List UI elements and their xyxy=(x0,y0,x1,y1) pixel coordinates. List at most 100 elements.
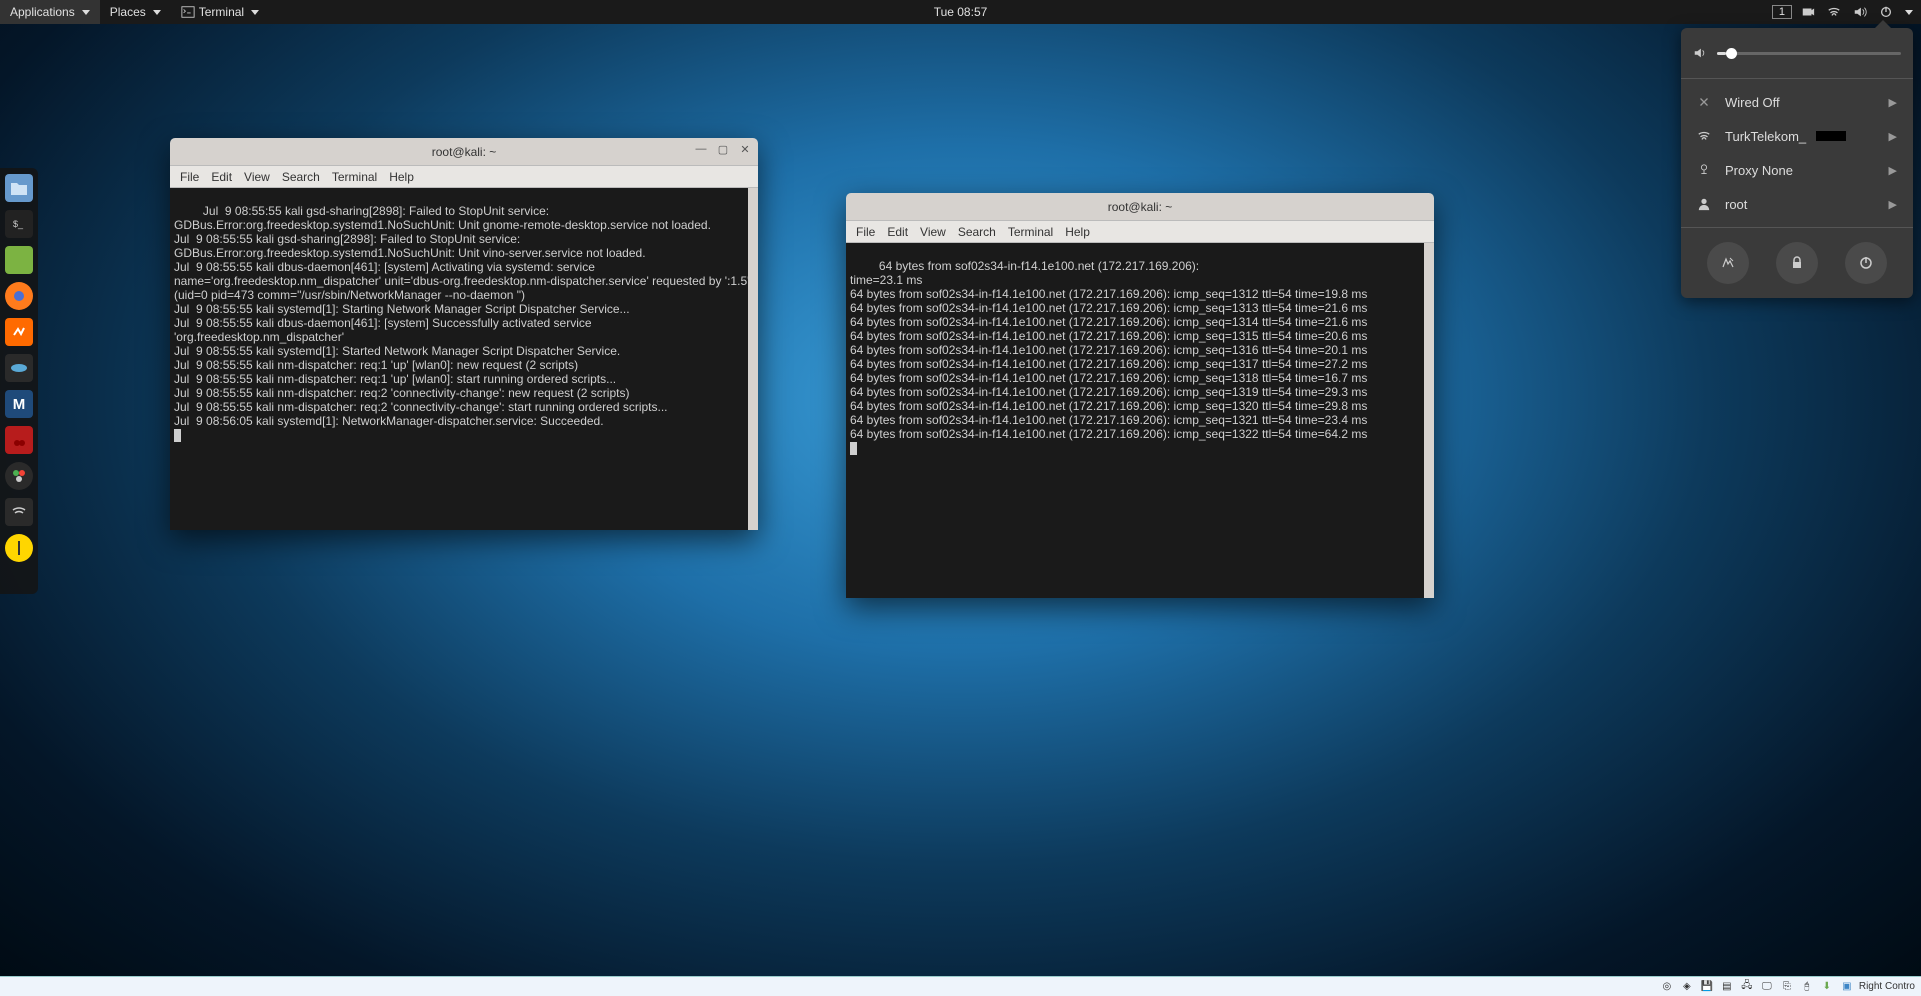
vm-icon-5[interactable]: 🖧 xyxy=(1739,979,1755,995)
window-close[interactable]: ✕ xyxy=(738,142,752,156)
terminal-content[interactable]: Jul 9 08:55:55 kali gsd-sharing[2898]: F… xyxy=(170,188,758,530)
menu-file[interactable]: File xyxy=(856,225,875,239)
dock-firefox[interactable] xyxy=(5,282,33,310)
window-title: root@kali: ~ xyxy=(432,145,497,159)
terminal-icon: $_ xyxy=(11,218,27,230)
dock-show-apps[interactable] xyxy=(10,570,28,588)
places-label: Places xyxy=(110,5,146,19)
terminal-menubar: File Edit View Search Terminal Help xyxy=(846,221,1434,243)
lock-button[interactable] xyxy=(1776,242,1818,284)
terminal-content[interactable]: 64 bytes from sof02s34-in-f14.1e100.net … xyxy=(846,243,1434,598)
menu-edit[interactable]: Edit xyxy=(211,170,232,184)
caret-down-icon xyxy=(153,10,161,15)
wifi-label: TurkTelekom_ xyxy=(1725,129,1806,144)
volume-row xyxy=(1693,46,1901,60)
menu-help[interactable]: Help xyxy=(1065,225,1090,239)
vm-icon-3[interactable]: 💾 xyxy=(1699,979,1715,995)
menu-view[interactable]: View xyxy=(920,225,946,239)
settings-icon xyxy=(1720,255,1736,271)
firefox-icon xyxy=(14,291,24,301)
network-tray-icon[interactable] xyxy=(1824,0,1844,24)
system-menu: Wired Off ▶ TurkTelekom_ ▶ Proxy None ▶ … xyxy=(1681,28,1913,298)
lock-icon xyxy=(1789,255,1805,271)
dock-app-red[interactable] xyxy=(5,426,33,454)
dock-app-yellow[interactable] xyxy=(5,534,33,562)
applications-menu[interactable]: Applications xyxy=(0,0,100,24)
terminal-window-1[interactable]: root@kali: ~ — ▢ ✕ File Edit View Search… xyxy=(170,138,758,530)
dock-app-orange[interactable] xyxy=(5,318,33,346)
window-title: root@kali: ~ xyxy=(1108,200,1173,214)
dock-wifi-tool[interactable] xyxy=(5,498,33,526)
dock-app-eye[interactable] xyxy=(5,354,33,382)
window-minimize[interactable]: — xyxy=(694,142,708,156)
top-panel: Applications Places Terminal Tue 08:57 1 xyxy=(0,0,1921,24)
menu-separator xyxy=(1681,227,1913,228)
terminal-window-2[interactable]: root@kali: ~ File Edit View Search Termi… xyxy=(846,193,1434,598)
svg-text:$_: $_ xyxy=(13,219,24,229)
menu-separator xyxy=(1681,78,1913,79)
window-titlebar[interactable]: root@kali: ~ — ▢ ✕ xyxy=(170,138,758,166)
menu-help[interactable]: Help xyxy=(389,170,414,184)
dock-files[interactable] xyxy=(5,174,33,202)
cherry-icon xyxy=(12,433,26,447)
wifi-waves-icon xyxy=(11,504,27,520)
recorder-tray-icon[interactable] xyxy=(1798,0,1818,24)
wired-icon xyxy=(1697,95,1711,109)
redacted-ssid xyxy=(1816,131,1846,141)
vm-icon-9[interactable]: ⬇ xyxy=(1819,979,1835,995)
menu-terminal[interactable]: Terminal xyxy=(1008,225,1053,239)
vm-icon-7[interactable]: ⎘ xyxy=(1779,979,1795,995)
places-menu[interactable]: Places xyxy=(100,0,171,24)
workspace-number: 1 xyxy=(1779,6,1785,18)
menu-terminal[interactable]: Terminal xyxy=(332,170,377,184)
workspace-indicator[interactable]: 1 xyxy=(1772,5,1792,19)
vm-icon-1[interactable]: ◎ xyxy=(1659,979,1675,995)
wired-menu-item[interactable]: Wired Off ▶ xyxy=(1693,85,1901,119)
dock-metasploit[interactable]: M xyxy=(5,390,33,418)
caret-down-icon xyxy=(1905,10,1913,15)
menu-search[interactable]: Search xyxy=(282,170,320,184)
power-button[interactable] xyxy=(1845,242,1887,284)
caret-down-icon xyxy=(82,10,90,15)
terminal-scrollbar[interactable] xyxy=(748,188,758,530)
circles-icon xyxy=(10,467,28,485)
volume-slider[interactable] xyxy=(1717,52,1901,55)
proxy-icon xyxy=(1697,163,1711,177)
volume-icon xyxy=(1693,46,1707,60)
window-maximize[interactable]: ▢ xyxy=(716,142,730,156)
menu-view[interactable]: View xyxy=(244,170,270,184)
proxy-menu-item[interactable]: Proxy None ▶ xyxy=(1693,153,1901,187)
terminal-menubar: File Edit View Search Terminal Help xyxy=(170,166,758,188)
vm-icon-6[interactable]: 🖵 xyxy=(1759,979,1775,995)
power-icon xyxy=(1858,255,1874,271)
terminal-cursor xyxy=(174,429,181,442)
vm-icon-2[interactable]: ◈ xyxy=(1679,979,1695,995)
host-key-label: Right Contro xyxy=(1859,981,1915,992)
terminal-taskbar[interactable]: Terminal xyxy=(171,0,269,24)
terminal-output: Jul 9 08:55:55 kali gsd-sharing[2898]: F… xyxy=(174,204,753,428)
user-menu-item[interactable]: root ▶ xyxy=(1693,187,1901,221)
bar-icon xyxy=(18,541,20,555)
vm-icon-4[interactable]: ▤ xyxy=(1719,979,1735,995)
settings-button[interactable] xyxy=(1707,242,1749,284)
menu-edit[interactable]: Edit xyxy=(887,225,908,239)
m-icon: M xyxy=(13,396,26,413)
wifi-menu-item[interactable]: TurkTelekom_ ▶ xyxy=(1693,119,1901,153)
vm-icon-10[interactable]: ▣ xyxy=(1839,979,1855,995)
terminal-scrollbar[interactable] xyxy=(1424,243,1434,598)
menu-file[interactable]: File xyxy=(180,170,199,184)
eye-icon xyxy=(10,363,28,373)
proxy-label: Proxy None xyxy=(1725,163,1793,178)
terminal-output: 64 bytes from sof02s34-in-f14.1e100.net … xyxy=(850,259,1367,441)
window-titlebar[interactable]: root@kali: ~ xyxy=(846,193,1434,221)
dock-app-green[interactable] xyxy=(5,246,33,274)
volume-tray-icon[interactable] xyxy=(1850,0,1870,24)
dock-app-circles[interactable] xyxy=(5,462,33,490)
user-label: root xyxy=(1725,197,1747,212)
clock[interactable]: Tue 08:57 xyxy=(924,0,998,24)
terminal-taskbar-label: Terminal xyxy=(199,5,244,19)
menu-search[interactable]: Search xyxy=(958,225,996,239)
clock-label: Tue 08:57 xyxy=(934,5,988,19)
dock-terminal[interactable]: $_ xyxy=(5,210,33,238)
vm-icon-8[interactable]: 🖯 xyxy=(1799,979,1815,995)
